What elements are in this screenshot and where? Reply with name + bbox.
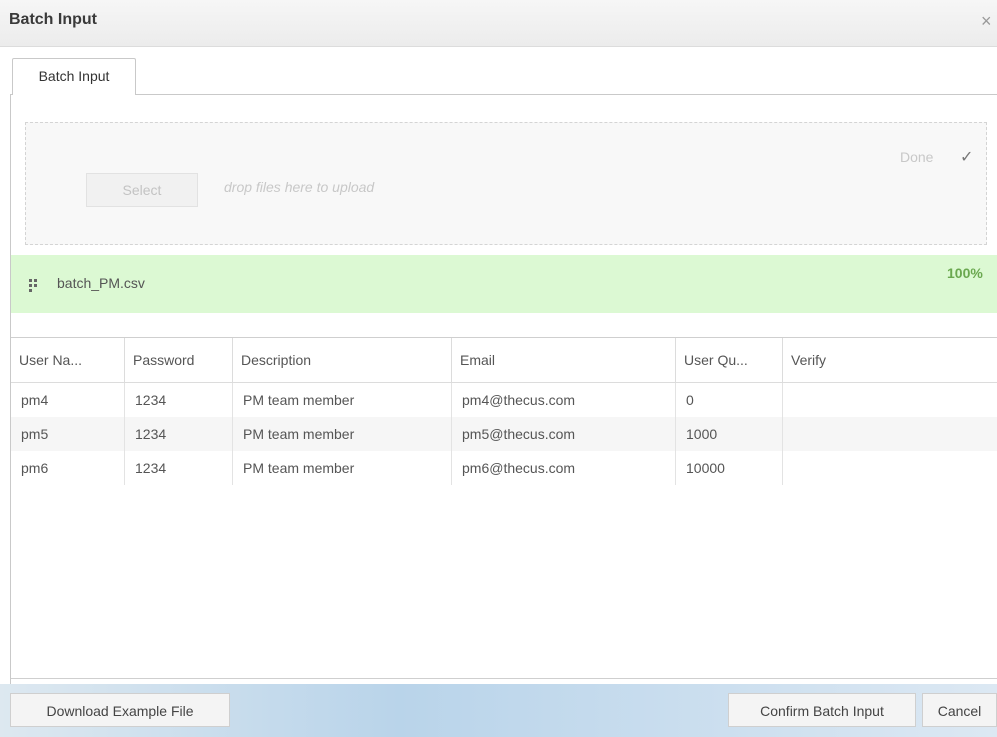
dialog-title: Batch Input <box>9 11 97 28</box>
column-header-description[interactable]: Description <box>233 338 452 382</box>
confirm-batch-input-button[interactable]: Confirm Batch Input <box>728 693 916 727</box>
close-icon[interactable]: × <box>981 11 992 32</box>
cell-email: pm5@thecus.com <box>452 417 676 451</box>
upload-progress-percent: 100% <box>947 265 983 281</box>
cancel-button[interactable]: Cancel <box>922 693 997 727</box>
cell-description: PM team member <box>233 383 452 417</box>
tab-batch-input[interactable]: Batch Input <box>12 58 136 96</box>
cell-user-quota: 0 <box>676 383 783 417</box>
cell-user-name: pm5 <box>11 417 125 451</box>
dialog-footer: Download Example File Confirm Batch Inpu… <box>0 684 997 737</box>
drop-hint: drop files here to upload <box>224 179 375 195</box>
table-row[interactable]: pm4 1234 PM team member pm4@thecus.com 0 <box>11 383 997 417</box>
cell-verify <box>783 383 997 417</box>
download-example-file-button[interactable]: Download Example File <box>10 693 230 727</box>
cell-password: 1234 <box>125 451 233 485</box>
column-header-email[interactable]: Email <box>452 338 676 382</box>
uploaded-file-row: batch_PM.csv 100% <box>11 255 997 313</box>
table-row[interactable]: pm5 1234 PM team member pm5@thecus.com 1… <box>11 417 997 451</box>
upload-status-label: Done <box>900 149 934 165</box>
column-header-password[interactable]: Password <box>125 338 233 382</box>
tab-strip: Batch Input <box>10 56 997 96</box>
cell-description: PM team member <box>233 451 452 485</box>
cell-email: pm4@thecus.com <box>452 383 676 417</box>
cell-user-quota: 1000 <box>676 417 783 451</box>
cell-description: PM team member <box>233 417 452 451</box>
file-icon <box>29 279 41 292</box>
column-header-verify[interactable]: Verify <box>783 338 997 382</box>
check-icon: ✓ <box>960 149 974 166</box>
file-drop-zone[interactable]: Select drop files here to upload Done ✓ <box>25 122 987 245</box>
cell-user-name: pm6 <box>11 451 125 485</box>
column-header-user-quota[interactable]: User Qu... <box>676 338 783 382</box>
cell-verify <box>783 417 997 451</box>
select-file-button[interactable]: Select <box>86 173 198 207</box>
grid-header: User Na... Password Description Email Us… <box>11 338 997 383</box>
cell-password: 1234 <box>125 383 233 417</box>
cell-user-name: pm4 <box>11 383 125 417</box>
cell-password: 1234 <box>125 417 233 451</box>
column-header-user-name[interactable]: User Na... <box>11 338 125 382</box>
cell-verify <box>783 451 997 485</box>
cell-email: pm6@thecus.com <box>452 451 676 485</box>
batch-input-dialog: Batch Input × Batch Input Select drop fi… <box>0 0 997 737</box>
title-bar: Batch Input × <box>0 0 997 47</box>
cell-user-quota: 10000 <box>676 451 783 485</box>
tab-panel: Select drop files here to upload Done ✓ … <box>10 95 997 685</box>
users-grid: User Na... Password Description Email Us… <box>11 337 997 679</box>
table-row[interactable]: pm6 1234 PM team member pm6@thecus.com 1… <box>11 451 997 485</box>
file-name: batch_PM.csv <box>57 275 145 291</box>
